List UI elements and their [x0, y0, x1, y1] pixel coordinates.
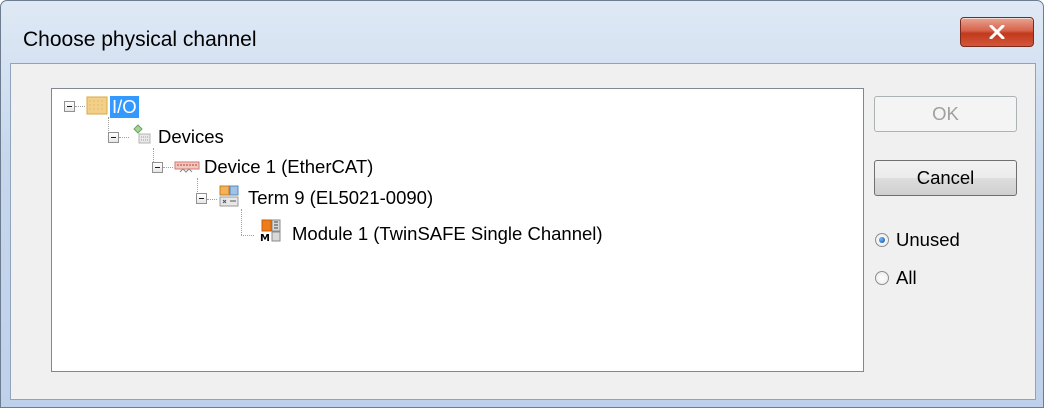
radio-checked-icon[interactable]: [875, 233, 889, 247]
dialog-window: Choose physical channel I/O Devices Devi…: [0, 0, 1044, 408]
tree-node-label: Devices: [158, 126, 224, 147]
collapse-icon[interactable]: [152, 162, 163, 173]
tree-node-device-1[interactable]: Device 1 (EtherCAT): [52, 153, 402, 179]
radio-label: Unused: [896, 229, 960, 250]
tree-node-label: Module 1 (TwinSAFE Single Channel): [292, 223, 603, 244]
cancel-button[interactable]: Cancel: [874, 160, 1017, 196]
dialog-body: I/O Devices Device 1 (EtherCAT) Term 9 (…: [10, 63, 1036, 400]
radio-label: All: [896, 267, 917, 288]
dialog-title: Choose physical channel: [23, 28, 257, 51]
collapse-icon[interactable]: [64, 101, 75, 112]
tree-node-label: Device 1 (EtherCAT): [204, 156, 374, 177]
ok-button[interactable]: OK: [874, 96, 1017, 132]
close-button[interactable]: [960, 17, 1034, 47]
close-icon: [989, 25, 1005, 39]
tree-node-module-1[interactable]: M Module 1 (TwinSAFE Single Channel): [52, 215, 652, 244]
devices-icon: [133, 124, 151, 144]
terminal-icon: [219, 185, 239, 207]
tree-node-devices[interactable]: Devices: [52, 123, 302, 149]
io-folder-icon: [86, 96, 108, 115]
tree-node-io[interactable]: I/O: [52, 93, 252, 119]
channel-tree[interactable]: I/O Devices Device 1 (EtherCAT) Term 9 (…: [51, 88, 864, 372]
collapse-icon[interactable]: [108, 132, 119, 143]
module-icon: M: [260, 219, 281, 243]
radio-unchecked-icon[interactable]: [875, 271, 889, 285]
svg-text:M: M: [260, 233, 270, 243]
tree-node-term-9[interactable]: Term 9 (EL5021-0090): [52, 184, 472, 210]
tree-node-label: Term 9 (EL5021-0090): [248, 187, 434, 208]
title-bar[interactable]: Choose physical channel: [1, 1, 1043, 63]
collapse-icon[interactable]: [196, 193, 207, 204]
tree-node-label: I/O: [110, 96, 139, 118]
ethercat-device-icon: [174, 161, 200, 173]
